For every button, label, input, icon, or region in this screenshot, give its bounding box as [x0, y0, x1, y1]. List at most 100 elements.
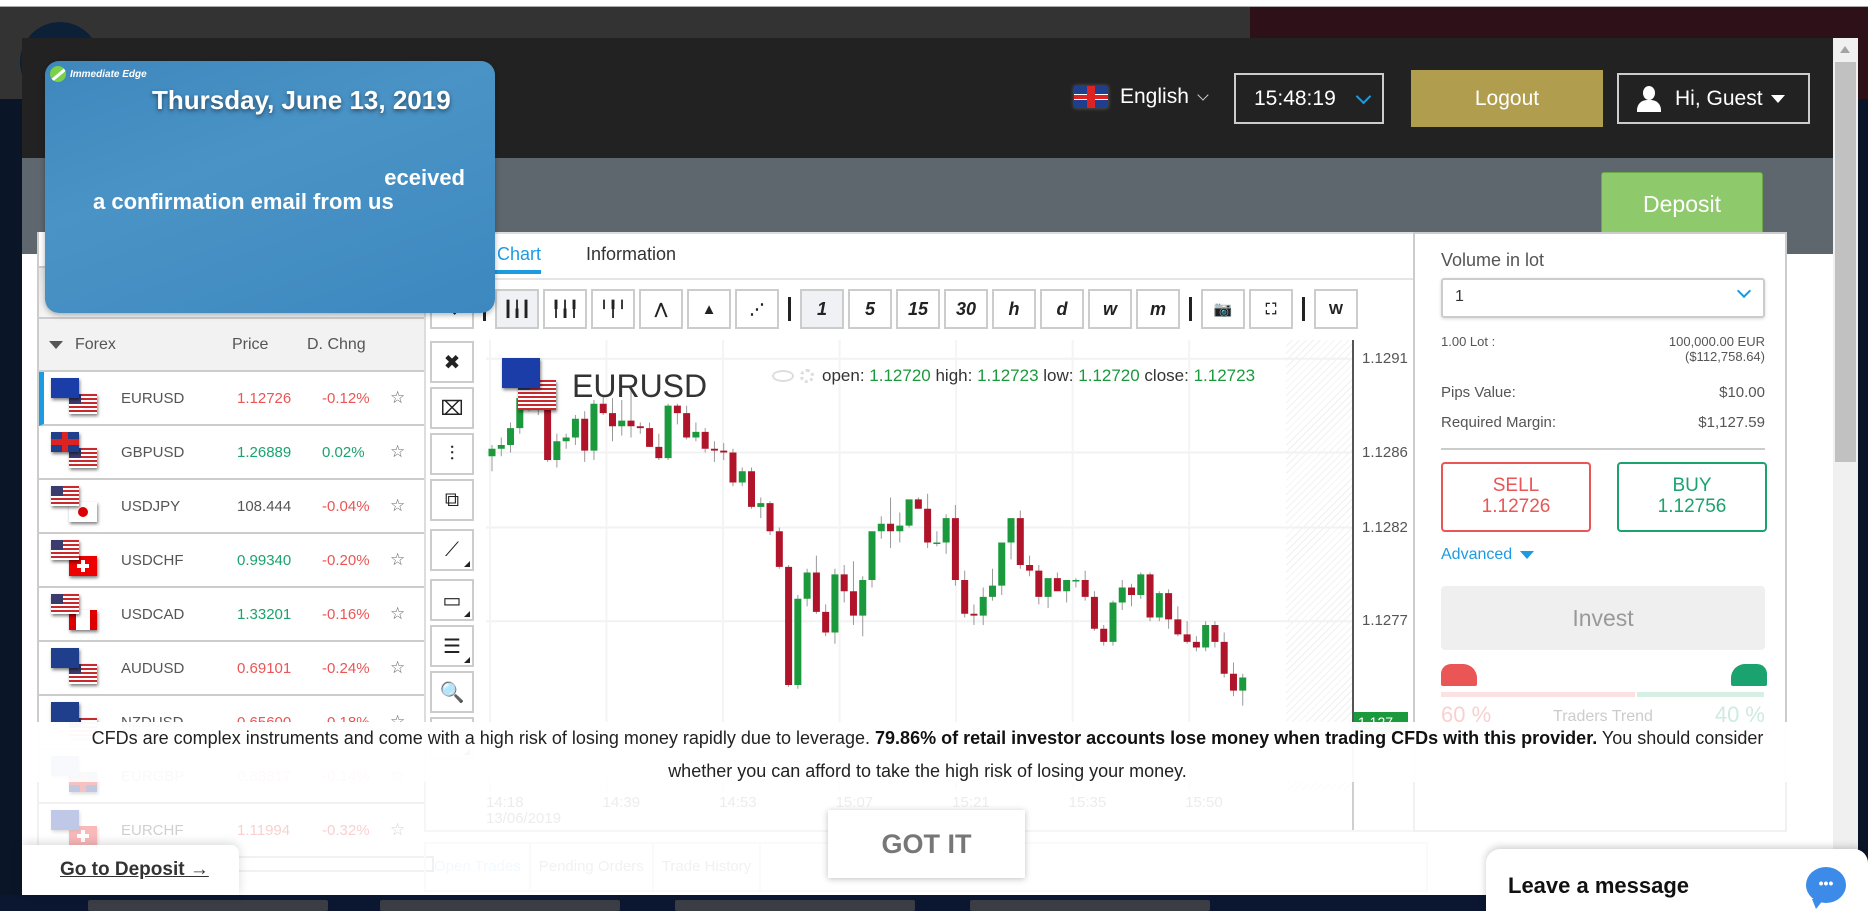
pair-flags	[51, 432, 121, 472]
ohlc-icon[interactable]: ╿╽╿	[543, 289, 587, 329]
instrument-price: 0.99340	[237, 551, 292, 569]
candle-body	[1044, 578, 1052, 597]
ohlc-readout: open: 1.12720 high: 1.12723 low: 1.12720…	[772, 366, 1255, 386]
delete-indicators-icon[interactable]: ⫶	[430, 433, 474, 475]
candle-body	[859, 580, 867, 616]
high-value: 1.12723	[977, 366, 1039, 385]
favorite-star-icon[interactable]: ☆	[390, 658, 405, 678]
w-icon[interactable]: W	[1314, 289, 1358, 329]
chart-symbol: EURUSD	[572, 367, 708, 404]
hlc-icon[interactable]: ╵╿╵	[591, 289, 635, 329]
eye-icon[interactable]	[772, 370, 794, 382]
pair-flags	[51, 378, 121, 418]
language-label: English	[1120, 85, 1189, 108]
instrument-change: 0.02%	[322, 443, 365, 461]
candle-body	[887, 523, 895, 532]
instrument-price: 0.69101	[237, 659, 292, 677]
browser-top-strip	[0, 0, 1868, 7]
y-tick-label: 1.1282	[1362, 518, 1408, 536]
fibonacci-icon[interactable]: ☰	[430, 625, 474, 667]
tab-information[interactable]: Information	[586, 244, 676, 265]
instrument-row[interactable]: USDJPY 108.444 -0.04% ☆	[39, 480, 434, 534]
interval-1-button[interactable]: 1	[800, 289, 844, 329]
chat-bubble-icon[interactable]: •••	[1806, 867, 1846, 909]
candle-body	[748, 471, 756, 507]
instrument-change: -0.20%	[322, 551, 370, 569]
scrollbar[interactable]	[1833, 38, 1858, 895]
line-icon[interactable]: ⋀	[639, 289, 683, 329]
price-column-header: Price	[232, 335, 269, 353]
forex-group-header[interactable]: Forex Price D. Chng	[39, 319, 434, 372]
instrument-row[interactable]: USDCAD 1.33201 -0.16% ☆	[39, 588, 434, 642]
dots-icon[interactable]: ⋰	[735, 289, 779, 329]
caret-down-icon	[1770, 94, 1785, 103]
got-it-button[interactable]: GOT IT	[828, 810, 1025, 878]
us-flag-icon	[51, 540, 79, 560]
sell-label: SELL	[1492, 475, 1540, 496]
divider	[1441, 448, 1765, 450]
favorite-star-icon[interactable]: ☆	[390, 550, 405, 570]
candle-body	[979, 596, 987, 616]
clone-icon[interactable]: ⧉	[430, 479, 474, 521]
instrument-symbol: GBPUSD	[121, 443, 185, 461]
interval-m-button[interactable]: m	[1136, 289, 1180, 329]
candle-body	[914, 499, 922, 509]
caret-down-icon	[1520, 551, 1535, 559]
camera-icon[interactable]: 📷	[1201, 289, 1245, 329]
close-label: close:	[1144, 366, 1189, 385]
instrument-row[interactable]: GBPUSD 1.26889 0.02% ☆	[39, 426, 434, 480]
deposit-button[interactable]: Deposit	[1601, 172, 1763, 236]
favorite-star-icon[interactable]: ☆	[390, 496, 405, 516]
interval-5-button[interactable]: 5	[848, 289, 892, 329]
uk-flag-icon	[1074, 86, 1108, 108]
favorite-star-icon[interactable]: ☆	[390, 442, 405, 462]
candle-body	[1220, 641, 1228, 674]
candle-body	[618, 420, 626, 427]
logout-button[interactable]: Logout	[1411, 70, 1603, 127]
chat-label: Leave a message	[1508, 873, 1690, 898]
gear-icon[interactable]	[800, 369, 814, 383]
instrument-row[interactable]: EURUSD 1.12726 -0.12% ☆	[39, 372, 434, 426]
rectangle-icon[interactable]: ▭	[430, 579, 474, 621]
go-to-deposit-link[interactable]: Go to Deposit →	[22, 845, 239, 895]
scroll-up-arrow-icon[interactable]	[1840, 46, 1850, 53]
interval-w-button[interactable]: w	[1088, 289, 1132, 329]
delete-drawing-icon[interactable]: ⌧	[430, 387, 474, 429]
sell-button[interactable]: SELL 1.12726	[1441, 462, 1591, 532]
invest-button[interactable]: Invest	[1441, 586, 1765, 650]
user-menu[interactable]: Hi, Guest	[1617, 73, 1810, 124]
volume-select[interactable]: 1	[1441, 278, 1765, 318]
buy-button[interactable]: BUY 1.12756	[1617, 462, 1767, 532]
user-icon	[1637, 85, 1661, 112]
fullscreen-icon[interactable]: ⛶	[1249, 289, 1293, 329]
favorite-star-icon[interactable]: ☆	[390, 604, 405, 624]
popup-message-line1: eceived	[384, 165, 465, 190]
chat-widget[interactable]: Leave a message •••	[1486, 849, 1868, 911]
interval-h-button[interactable]: h	[992, 289, 1036, 329]
trendline-icon[interactable]: ⟋	[430, 529, 474, 571]
zoom-icon[interactable]: 🔍	[430, 671, 474, 713]
candle-body	[1072, 580, 1080, 582]
scrollbar-thumb[interactable]	[1835, 62, 1856, 462]
close-icon[interactable]: ✖	[430, 341, 474, 383]
area-icon[interactable]: ▲	[687, 289, 731, 329]
interval-15-button[interactable]: 15	[896, 289, 940, 329]
candlestick-icon[interactable]: ┃╽┃	[495, 289, 539, 329]
interval-d-button[interactable]: d	[1040, 289, 1084, 329]
chart-symbol-title: EURUSD	[502, 358, 707, 414]
candle-body	[488, 448, 496, 457]
pair-flags	[51, 648, 121, 688]
instrument-row[interactable]: AUDUSD 0.69101 -0.24% ☆	[39, 642, 434, 696]
language-selector[interactable]: English	[1074, 82, 1209, 112]
favorite-star-icon[interactable]: ☆	[390, 388, 405, 408]
instrument-row[interactable]: USDCHF 0.99340 -0.20% ☆	[39, 534, 434, 588]
candle-body	[1128, 587, 1136, 595]
chart-toolbar: ⬉┃╽┃╿╽╿╵╿╵⋀▲⋰151530hdwm📷⛶W	[430, 289, 1362, 329]
bull-icon	[1731, 664, 1767, 686]
lot-label: 1.00 Lot :	[1441, 334, 1496, 349]
advanced-toggle[interactable]: Advanced	[1441, 546, 1535, 564]
candle-body	[1035, 570, 1043, 597]
open-value: 1.12720	[869, 366, 931, 385]
interval-30-button[interactable]: 30	[944, 289, 988, 329]
time-selector[interactable]: 15:48:19	[1234, 73, 1384, 124]
